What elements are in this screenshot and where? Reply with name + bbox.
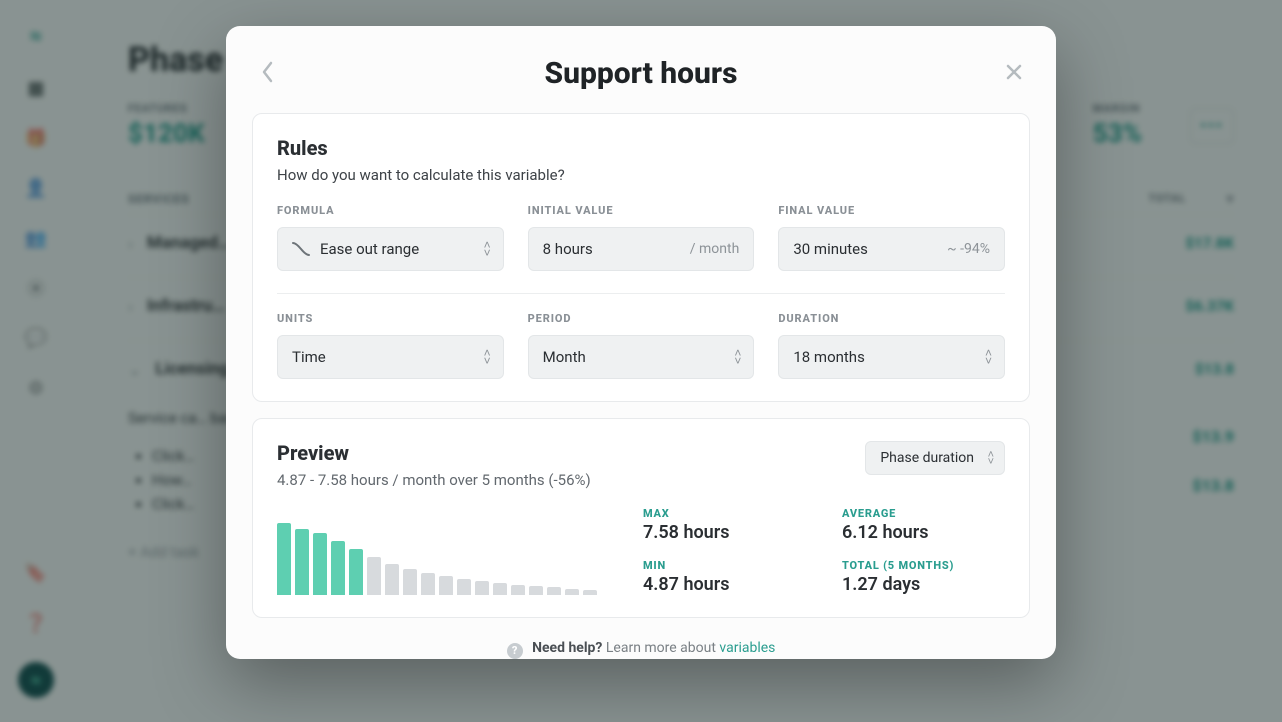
chart-bar (511, 585, 525, 595)
chart-bar (529, 586, 543, 595)
chart-bar (295, 529, 309, 596)
stat-total: TOTAL (5 MONTHS) 1.27 days (842, 559, 1005, 595)
help-prefix: Need help? (532, 640, 602, 656)
field-label: PERIOD (528, 312, 755, 325)
chart-bar (367, 557, 381, 595)
back-button[interactable] (252, 56, 284, 88)
field-label: UNITS (277, 312, 504, 325)
chart-bar (547, 587, 561, 595)
final-value: 30 minutes (793, 240, 868, 258)
period-value: Month (543, 348, 586, 366)
modal-header: Support hours (226, 50, 1056, 113)
divider (277, 293, 1005, 294)
preview-scope-select[interactable]: Phase duration ˄˅ (865, 441, 1005, 475)
formula-value: Ease out range (320, 240, 419, 258)
preview-summary: 4.87 - 7.58 hours / month over 5 months … (277, 471, 591, 489)
units-field: UNITS Time ˄˅ (277, 312, 504, 379)
help-text: Learn more about (606, 640, 720, 656)
stat-label: AVERAGE (842, 507, 1005, 520)
period-select[interactable]: Month ˄˅ (528, 335, 755, 379)
chart-bar (385, 564, 399, 595)
help-link[interactable]: variables (719, 640, 775, 656)
stat-label: MIN (643, 559, 806, 572)
field-label: FORMULA (277, 204, 504, 217)
preview-body: MAX 7.58 hours AVERAGE 6.12 hours MIN 4.… (277, 507, 1005, 595)
ease-out-curve-icon (292, 240, 310, 258)
final-change: ~ -94% (947, 241, 990, 257)
duration-value: 18 months (793, 348, 864, 366)
scope-value: Phase duration (880, 450, 974, 466)
variable-editor-modal: Support hours Rules How do you want to c… (226, 26, 1056, 659)
preview-header: Preview 4.87 - 7.58 hours / month over 5… (277, 441, 1005, 489)
stepper-icon: ˄˅ (484, 241, 491, 257)
period-field: PERIOD Month ˄˅ (528, 312, 755, 379)
chart-bar (493, 583, 507, 595)
stepper-icon: ˄˅ (988, 451, 994, 465)
chart-bar (277, 523, 291, 595)
field-label: FINAL VALUE (778, 204, 1005, 217)
stat-label: MAX (643, 507, 806, 520)
stat-value: 4.87 hours (643, 574, 806, 595)
chart-bar (475, 581, 489, 595)
preview-card: Preview 4.87 - 7.58 hours / month over 5… (252, 418, 1030, 618)
preview-bar-chart (277, 517, 597, 595)
rules-heading: Rules (277, 136, 1005, 160)
units-select[interactable]: Time ˄˅ (277, 335, 504, 379)
initial-value-input[interactable]: 8 hours / month (528, 227, 755, 271)
rules-subheading: How do you want to calculate this variab… (277, 166, 1005, 184)
rules-card: Rules How do you want to calculate this … (252, 113, 1030, 402)
stepper-icon: ˄˅ (985, 349, 992, 365)
stat-min: MIN 4.87 hours (643, 559, 806, 595)
chart-bar (421, 573, 435, 595)
stat-average: AVERAGE 6.12 hours (842, 507, 1005, 543)
rules-row-2: UNITS Time ˄˅ PERIOD Month ˄˅ DURATION 1… (277, 312, 1005, 379)
chart-bar (403, 569, 417, 595)
units-value: Time (292, 348, 326, 366)
stat-label: TOTAL (5 MONTHS) (842, 559, 1005, 572)
chart-bar (439, 576, 453, 595)
duration-field: DURATION 18 months ˄˅ (778, 312, 1005, 379)
formula-field: FORMULA Ease out range ˄˅ (277, 204, 504, 271)
chart-bar (313, 533, 327, 595)
stat-max: MAX 7.58 hours (643, 507, 806, 543)
duration-select[interactable]: 18 months ˄˅ (778, 335, 1005, 379)
initial-value-field: INITIAL VALUE 8 hours / month (528, 204, 755, 271)
close-button[interactable] (998, 56, 1030, 88)
initial-value: 8 hours (543, 240, 593, 258)
stat-value: 6.12 hours (842, 522, 1005, 543)
chart-bar (331, 541, 345, 595)
stepper-icon: ˄˅ (734, 349, 741, 365)
field-label: INITIAL VALUE (528, 204, 755, 217)
initial-suffix: / month (690, 241, 740, 257)
stat-value: 1.27 days (842, 574, 1005, 595)
chart-bar (457, 579, 471, 595)
question-icon: ? (507, 643, 523, 659)
rules-row-1: FORMULA Ease out range ˄˅ INITIAL VALUE … (277, 204, 1005, 271)
stepper-icon: ˄˅ (484, 349, 491, 365)
preview-heading: Preview (277, 441, 591, 465)
close-icon (1005, 63, 1023, 81)
field-label: DURATION (778, 312, 1005, 325)
help-footer: ? Need help? Learn more about variables (226, 634, 1056, 659)
chart-bar (349, 549, 363, 595)
formula-select[interactable]: Ease out range ˄˅ (277, 227, 504, 271)
stat-value: 7.58 hours (643, 522, 806, 543)
preview-stats: MAX 7.58 hours AVERAGE 6.12 hours MIN 4.… (643, 507, 1005, 595)
modal-title: Support hours (252, 56, 1030, 91)
final-value-input[interactable]: 30 minutes ~ -94% (778, 227, 1005, 271)
chart-bar (583, 590, 597, 595)
chevron-left-icon (261, 61, 275, 83)
chart-bar (565, 589, 579, 595)
final-value-field: FINAL VALUE 30 minutes ~ -94% (778, 204, 1005, 271)
